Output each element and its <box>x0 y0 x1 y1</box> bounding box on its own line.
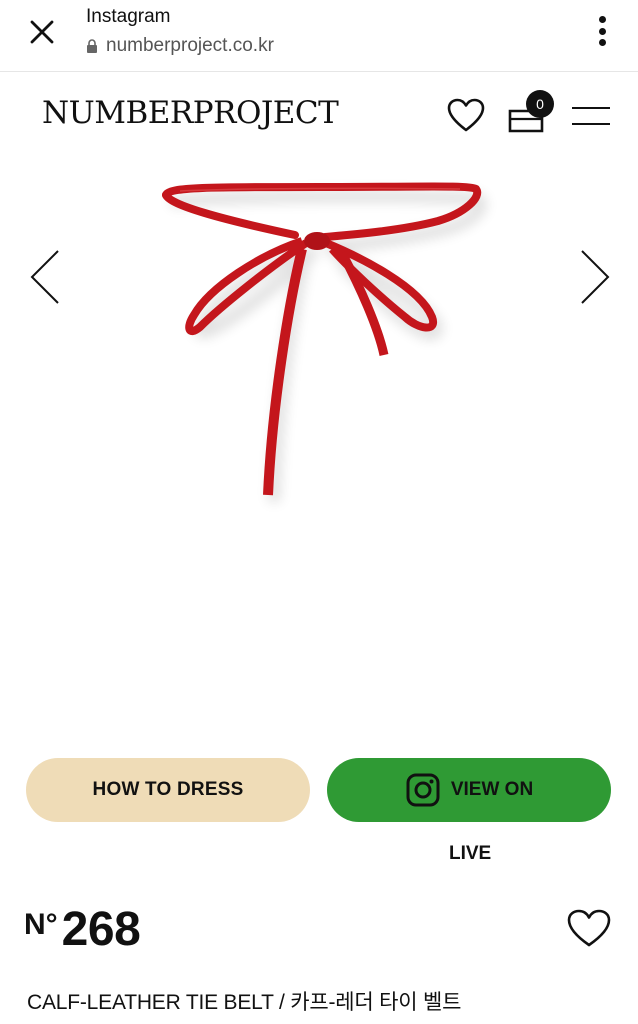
chevron-left-icon[interactable] <box>26 247 66 307</box>
site-logo[interactable]: NUMBERPROJECT <box>42 95 339 131</box>
product-number-prefix: N° <box>24 908 58 941</box>
instagram-icon <box>406 773 440 807</box>
hamburger-menu-icon[interactable] <box>572 107 612 127</box>
close-icon[interactable] <box>22 12 62 52</box>
cart-count-badge: 0 <box>526 90 554 118</box>
chevron-right-icon[interactable] <box>574 247 614 307</box>
view-on-live-button[interactable]: VIEW ON <box>327 758 611 822</box>
product-gallery <box>0 157 638 737</box>
url-text: numberproject.co.kr <box>106 35 274 56</box>
browser-url: numberproject.co.kr <box>86 35 274 57</box>
heart-icon[interactable] <box>446 97 486 133</box>
how-to-dress-button[interactable]: HOW TO DRESS <box>26 758 310 822</box>
lock-icon <box>87 39 97 53</box>
view-on-label: VIEW ON <box>450 779 534 800</box>
browser-bar: Instagram numberproject.co.kr <box>0 0 638 72</box>
product-number: N° 268 <box>24 898 141 957</box>
site-header: NUMBERPROJECT 0 <box>0 73 638 157</box>
browser-title: Instagram <box>86 6 171 27</box>
product-image <box>162 182 487 503</box>
live-label[interactable]: LIVE <box>449 843 491 865</box>
product-heart-icon[interactable] <box>566 908 612 948</box>
product-title: CALF-LEATHER TIE BELT / 카프-레더 타이 벨트 <box>27 991 462 1014</box>
kebab-menu-icon[interactable] <box>590 14 614 48</box>
product-number-value: 268 <box>61 903 141 956</box>
